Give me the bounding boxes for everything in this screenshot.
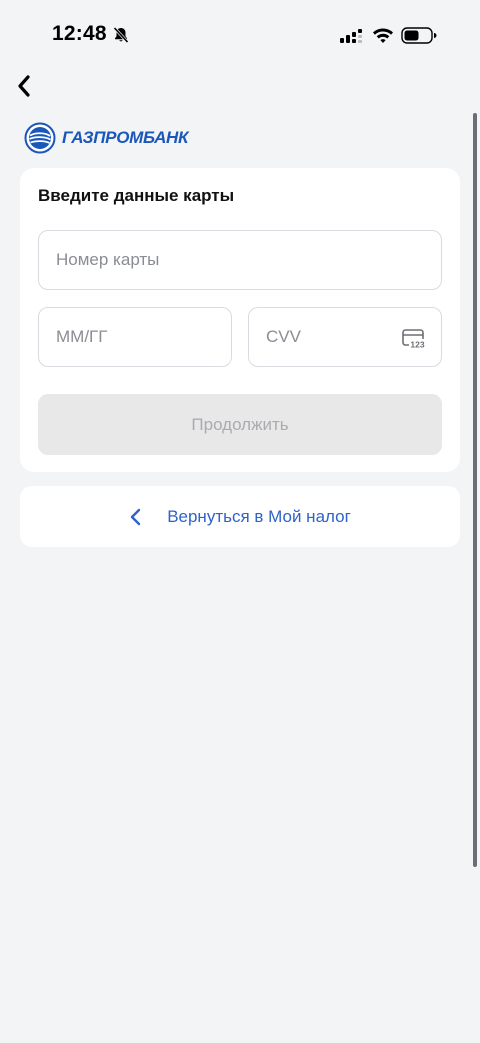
gazprombank-logo-icon <box>24 122 56 154</box>
status-time: 12:48 <box>52 22 107 45</box>
card-form: Введите данные карты 123 Продолжить <box>20 168 460 472</box>
bell-slash-icon <box>113 26 129 44</box>
scrollbar[interactable] <box>473 113 477 867</box>
battery-icon <box>401 27 437 44</box>
chevron-left-icon <box>130 508 141 525</box>
svg-text:123: 123 <box>410 340 424 350</box>
status-bar: 12:48 <box>0 0 480 70</box>
card-number-input[interactable] <box>56 250 441 270</box>
back-button[interactable] <box>8 68 40 104</box>
card-number-field[interactable] <box>38 230 442 290</box>
continue-button[interactable]: Продолжить <box>38 394 442 455</box>
card-form-title: Введите данные карты <box>38 186 235 205</box>
signal-icon <box>340 29 362 43</box>
cvv-field[interactable]: 123 <box>248 307 442 367</box>
return-to-my-tax-button[interactable]: Вернуться в Мой налог <box>20 486 460 547</box>
logo-text: ГАЗПРОМБАНК <box>62 128 189 147</box>
return-label: Вернуться в Мой налог <box>167 506 351 526</box>
chevron-left-icon <box>18 75 30 97</box>
card-cvv-icon: 123 <box>402 329 426 350</box>
gazprombank-logo: ГАЗПРОМБАНК <box>24 122 188 154</box>
expiry-input[interactable] <box>56 327 231 347</box>
payment-screen: 12:48 ГАЗПРОМБАНК Введите данные карты Н… <box>0 0 480 1043</box>
expiry-field[interactable] <box>38 307 232 367</box>
wifi-icon <box>373 28 393 43</box>
